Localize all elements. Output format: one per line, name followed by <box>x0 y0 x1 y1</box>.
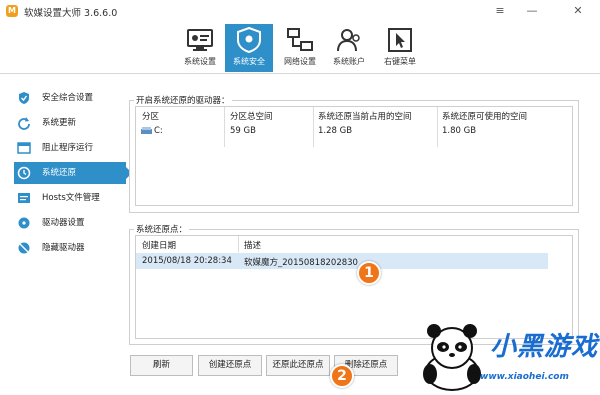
tab-context-menu[interactable]: 右键菜单 <box>376 24 424 72</box>
network-icon <box>287 28 313 51</box>
column-header-partition[interactable]: 分区 <box>142 110 159 122</box>
shield-check-icon <box>19 92 29 104</box>
tab-network-settings[interactable]: 网络设置 <box>276 24 324 72</box>
column-header-created-date[interactable]: 创建日期 <box>142 239 176 251</box>
panda-mascot-icon <box>423 324 481 391</box>
sidebar-item-system-update[interactable]: 系统更新 <box>14 112 126 134</box>
restore-points-group-title: 系统还原点： <box>134 223 190 235</box>
title-bar: M 软媒设置大师 3.6.6.0 ≡ — ✕ <box>0 0 600 22</box>
watermark: 小黑游戏 www.xiaohei.com <box>410 320 600 395</box>
sidebar: 安全综合设置 系统更新 阻止程序运行 系统还原 Hosts文件管理 驱动器设置 … <box>0 74 132 395</box>
monitor-settings-icon <box>187 29 213 51</box>
column-divider <box>313 107 314 147</box>
tab-system-accounts[interactable]: 系统账户 <box>325 24 373 72</box>
column-header-description[interactable]: 描述 <box>244 239 261 251</box>
tab-system-settings[interactable]: 系统设置 <box>176 24 224 72</box>
tab-system-security[interactable]: 系统安全 <box>225 24 273 72</box>
disk-icon <box>141 127 152 134</box>
app-logo-icon: M <box>6 5 18 17</box>
shield-icon <box>237 27 261 53</box>
callout-badge-two: 2 <box>330 364 354 388</box>
drive-partition: C: <box>154 126 163 136</box>
tab-label: 系统账户 <box>333 57 365 66</box>
tab-label: 右键菜单 <box>384 57 416 66</box>
create-restore-point-button[interactable]: 创建还原点 <box>198 355 262 376</box>
hidden-drive-icon <box>18 242 30 254</box>
sidebar-item-system-restore[interactable]: 系统还原 <box>14 162 132 184</box>
block-window-icon <box>17 142 31 154</box>
refresh-button[interactable]: 刷新 <box>130 355 193 376</box>
column-header-total-space[interactable]: 分区总空间 <box>230 110 273 122</box>
sidebar-item-security-overview[interactable]: 安全综合设置 <box>14 87 126 109</box>
users-icon <box>337 29 360 52</box>
close-button[interactable]: ✕ <box>566 2 590 20</box>
drive-used-space: 1.28 GB <box>318 126 353 136</box>
minimize-button[interactable]: — <box>520 2 544 20</box>
main-toolbar: 系统设置 系统安全 网络设置 系统账户 右键菜单 <box>0 22 600 74</box>
drive-icon <box>18 217 30 229</box>
sidebar-item-label: 系统更新 <box>42 118 77 128</box>
sidebar-item-drive-settings[interactable]: 驱动器设置 <box>14 212 126 234</box>
sidebar-item-hide-drives[interactable]: 隐藏驱动器 <box>14 237 126 259</box>
column-divider <box>224 107 225 147</box>
restore-point-description: 软媒魔方_20150818202830 <box>244 258 358 268</box>
column-header-available-space[interactable]: 系统还原可使用的空间 <box>442 110 527 122</box>
restore-clock-icon <box>17 166 31 180</box>
sidebar-item-label: 安全综合设置 <box>42 93 94 103</box>
hosts-file-icon <box>18 193 30 203</box>
restore-point-button[interactable]: 还原此还原点 <box>266 355 330 376</box>
tab-label: 系统设置 <box>184 57 216 66</box>
column-divider <box>437 107 438 147</box>
restore-point-date: 2015/08/18 20:28:34 <box>142 256 232 266</box>
sidebar-item-label: 系统还原 <box>42 168 77 178</box>
window-title: 软媒设置大师 3.6.6.0 <box>24 8 118 19</box>
sidebar-item-label: 驱动器设置 <box>42 218 85 228</box>
column-header-used-space[interactable]: 系统还原当前占用的空间 <box>318 110 412 122</box>
cursor-icon <box>388 28 412 52</box>
app-window: M 软媒设置大师 3.6.6.0 ≡ — ✕ 系统设置 系统安全 网络设置 系统… <box>0 0 600 395</box>
watermark-url: www.xiaohei.com <box>480 372 569 382</box>
skin-menu-button[interactable]: ≡ <box>488 2 512 20</box>
column-divider <box>238 236 239 252</box>
sidebar-item-block-programs[interactable]: 阻止程序运行 <box>14 137 126 159</box>
tab-label: 系统安全 <box>233 57 265 66</box>
sidebar-item-label: 隐藏驱动器 <box>42 243 85 253</box>
sidebar-item-label: 阻止程序运行 <box>42 143 94 153</box>
watermark-logo: 小黑游戏 <box>490 332 599 362</box>
sidebar-item-hosts-manager[interactable]: Hosts文件管理 <box>14 187 126 209</box>
drive-available-space: 1.80 GB <box>442 126 477 136</box>
drives-group-title: 开启系统还原的驱动器： <box>134 94 232 106</box>
drive-total-space: 59 GB <box>230 126 256 136</box>
tab-label: 网络设置 <box>284 57 316 66</box>
callout-badge-one: 1 <box>357 261 381 285</box>
refresh-icon <box>18 117 30 130</box>
sidebar-item-label: Hosts文件管理 <box>42 193 100 203</box>
